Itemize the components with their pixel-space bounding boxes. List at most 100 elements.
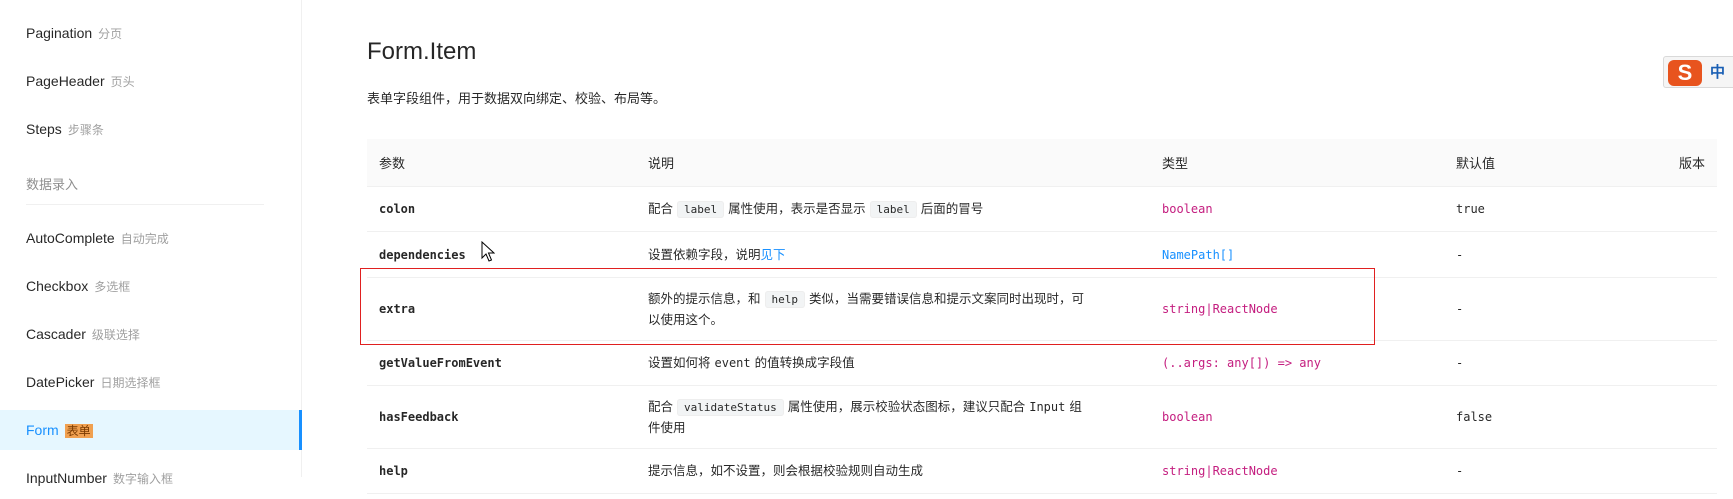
desc-cell: 配合 label 属性使用，表示是否显示 label 后面的冒号: [636, 186, 1150, 232]
main-content: Form.Item 表单字段组件，用于数据双向绑定、校验、布局等。 参数 说明 …: [302, 0, 1733, 494]
type-link[interactable]: NamePath[]: [1162, 248, 1234, 262]
sidebar-item-zh: 日期选择框: [100, 376, 161, 390]
desc-text: 配合: [648, 200, 674, 216]
column-header-type: 类型: [1150, 139, 1444, 187]
ime-mode-label: 中: [1710, 63, 1726, 81]
desc-text: 类似，当需要错误信息和提示文案同时出现时，可: [809, 290, 1085, 306]
sidebar-item-checkbox[interactable]: Checkbox 多选框: [0, 266, 301, 306]
table-row: extra 额外的提示信息，和 help 类似，当需要错误信息和提示文案同时出现时，…: [367, 277, 1717, 341]
sidebar-item-label: DatePicker: [26, 374, 95, 390]
table-row: colon 配合 label 属性使用，表示是否显示 label 后面的冒号 boole…: [367, 186, 1717, 232]
inline-code: label: [869, 200, 917, 218]
sidebar-item-label: Checkbox: [26, 278, 89, 294]
ime-indicator[interactable]: S 中: [1663, 56, 1733, 88]
desc-text: 配合: [648, 398, 674, 414]
desc-text: 组: [1069, 398, 1082, 414]
sidebar-item-zh: 级联选择: [91, 328, 140, 342]
table-header-row: 参数 说明 类型 默认值 版本: [367, 139, 1717, 187]
mouse-cursor-icon: [481, 241, 495, 262]
sidebar-item-label: Form: [26, 422, 59, 438]
desc-cell: 额外的提示信息，和 help 类似，当需要错误信息和提示文案同时出现时，可以使用这个…: [636, 277, 1150, 341]
type-cell: boolean: [1150, 385, 1444, 449]
default-cell: -: [1444, 448, 1638, 494]
sidebar-item-form[interactable]: Form 表单: [0, 410, 302, 450]
param-cell: dependencies: [367, 231, 636, 278]
desc-text: 属性使用，展示校验状态图标，建议只配合: [787, 398, 1026, 414]
desc-text: 后面的冒号: [920, 200, 984, 216]
version-cell: [1638, 231, 1717, 278]
sidebar-item-zh: 页头: [110, 75, 135, 89]
sidebar-group-label: 数据录入: [26, 178, 79, 193]
version-cell: [1638, 448, 1717, 494]
table-row: hasFeedback 配合 validateStatus 属性使用，展示校验状态图…: [367, 385, 1717, 449]
sidebar-item-zh: 表单: [64, 424, 93, 438]
desc-text: 的值转换成字段值: [754, 355, 855, 370]
type-cell: string|ReactNode: [1150, 448, 1444, 494]
desc-text: 件使用: [648, 419, 686, 435]
sidebar-item-zh: 多选框: [94, 280, 131, 294]
see-below-link[interactable]: 见下: [761, 247, 786, 262]
table-row: getValueFromEvent 设置如何将 event 的值转换成字段值 (…: [367, 340, 1717, 386]
type-cell: boolean: [1150, 186, 1444, 232]
param-cell: help: [367, 448, 636, 494]
sogou-logo-icon: S: [1668, 60, 1702, 86]
default-cell: -: [1444, 277, 1638, 341]
inline-code: help: [764, 290, 806, 308]
version-cell: [1638, 385, 1717, 449]
column-header-desc: 说明: [636, 139, 1150, 187]
desc-text: 设置依赖字段，说明: [648, 246, 761, 262]
sidebar-item-zh: 自动完成: [120, 232, 169, 246]
param-cell: getValueFromEvent: [367, 340, 636, 386]
desc-cell: 配合 validateStatus 属性使用，展示校验状态图标，建议只配合 Inpu…: [636, 385, 1150, 449]
sidebar-item-label: AutoComplete: [26, 230, 115, 246]
inline-code: validateStatus: [677, 398, 784, 416]
sidebar-item-label: InputNumber: [26, 470, 107, 486]
desc-text: 属性使用，表示是否显示: [728, 200, 866, 216]
param-cell: hasFeedback: [367, 385, 636, 449]
param-cell: extra: [367, 277, 636, 341]
version-cell: [1638, 340, 1717, 386]
sidebar-item-label: Cascader: [26, 326, 86, 342]
inline-code-plain: Input: [1029, 399, 1066, 414]
default-cell: true: [1444, 186, 1638, 232]
version-cell: [1638, 277, 1717, 341]
default-cell: -: [1444, 340, 1638, 386]
default-cell: -: [1444, 231, 1638, 278]
sidebar-item-label: Pagination: [26, 25, 93, 41]
api-table: 参数 说明 类型 默认值 版本 colon 配合 label 属性使用，表示是否显示…: [367, 139, 1717, 494]
page-title: Form.Item: [367, 38, 477, 65]
column-header-version: 版本: [1638, 139, 1717, 187]
default-cell: false: [1444, 385, 1638, 449]
type-cell: string|ReactNode: [1150, 277, 1444, 341]
sidebar-item-autocomplete[interactable]: AutoComplete 自动完成: [0, 218, 301, 258]
sidebar-item-pageheader[interactable]: PageHeader 页头: [0, 61, 301, 101]
sidebar-item-datepicker[interactable]: DatePicker 日期选择框: [0, 362, 301, 402]
sidebar-item-steps[interactable]: Steps 步骤条: [0, 109, 301, 149]
version-cell: [1638, 186, 1717, 232]
sidebar-item-pagination[interactable]: Pagination 分页: [0, 13, 301, 53]
type-cell: (..args: any[]) => any: [1150, 340, 1444, 386]
inline-code-plain: event: [714, 356, 751, 370]
column-header-default: 默认值: [1444, 139, 1638, 187]
param-cell: colon: [367, 186, 636, 232]
sidebar-divider: [26, 204, 264, 205]
table-row: help 提示信息，如不设置，则会根据校验规则自动生成 string|React…: [367, 448, 1717, 494]
desc-text: 额外的提示信息，和: [648, 290, 761, 306]
sidebar-item-zh: 步骤条: [67, 123, 104, 137]
sidebar-nav: Pagination 分页 PageHeader 页头 Steps 步骤条 数据录入 …: [0, 0, 302, 486]
table-row: dependencies 设置依赖字段，说明见下 NamePath[] -: [367, 231, 1717, 278]
sidebar-item-inputnumber[interactable]: InputNumber 数字输入框: [0, 458, 301, 498]
desc-cell: 设置依赖字段，说明见下: [636, 231, 1150, 278]
sidebar-item-cascader[interactable]: Cascader 级联选择: [0, 314, 301, 354]
sidebar-item-label: PageHeader: [26, 73, 105, 89]
desc-text: 设置如何将: [648, 355, 711, 370]
column-header-param: 参数: [367, 139, 636, 187]
desc-cell: 提示信息，如不设置，则会根据校验规则自动生成: [636, 448, 1150, 494]
sidebar-item-zh: 数字输入框: [112, 472, 173, 486]
desc-text: 以使用这个。: [648, 311, 724, 327]
desc-cell: 设置如何将 event 的值转换成字段值: [636, 340, 1150, 386]
sidebar-item-label: Steps: [26, 121, 62, 137]
inline-code: label: [677, 200, 725, 218]
page-description: 表单字段组件，用于数据双向绑定、校验、布局等。: [367, 92, 667, 107]
type-cell: NamePath[]: [1150, 231, 1444, 278]
